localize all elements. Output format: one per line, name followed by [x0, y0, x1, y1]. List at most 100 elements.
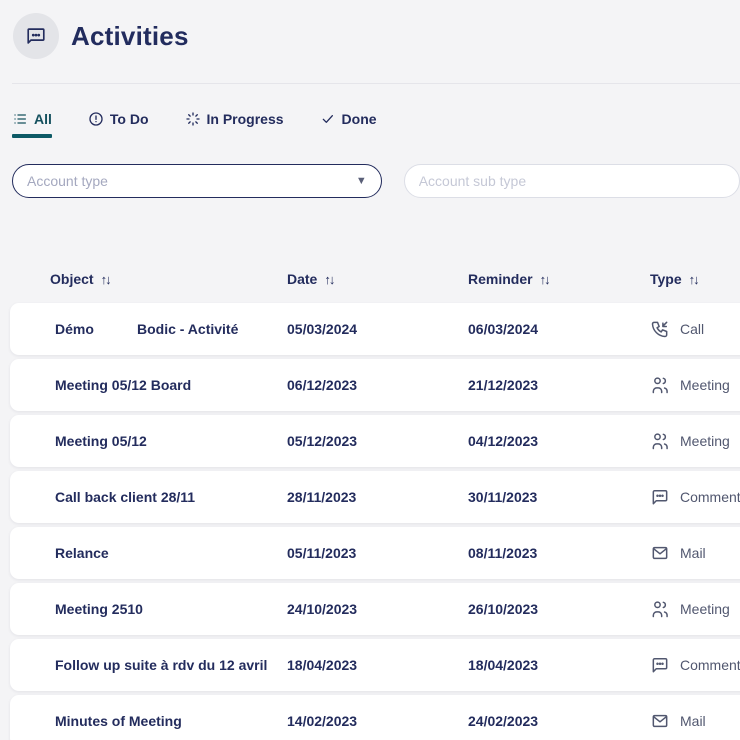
- account-type-select[interactable]: Account type ▼: [12, 164, 382, 198]
- tab-done[interactable]: Done: [320, 111, 377, 138]
- page-header: Activities: [0, 0, 740, 59]
- object-cell: Call back client 28/11: [55, 489, 287, 505]
- list-icon: [12, 111, 28, 127]
- object-cell: Relance: [55, 545, 287, 561]
- type-cell: Meeting: [650, 375, 740, 395]
- activity-type-label: Mail: [680, 545, 706, 561]
- sort-icon[interactable]: ↑↓: [689, 272, 698, 287]
- object-cell: Meeting 05/12: [55, 433, 287, 449]
- sort-icon[interactable]: ↑↓: [540, 272, 549, 287]
- object-cell: Meeting 2510: [55, 601, 287, 617]
- activity-object: Call back client 28/11: [55, 489, 201, 505]
- activity-object: Meeting 05/12: [55, 433, 153, 449]
- comment-icon: [650, 487, 670, 507]
- activity-type-label: Comment: [680, 489, 740, 505]
- activity-account: Bodic - Activité: [137, 321, 238, 337]
- table-header: Object ↑↓ Date ↑↓ Reminder ↑↓ Type ↑↓: [0, 264, 740, 294]
- mail-icon: [650, 711, 670, 731]
- object-cell: Meeting 05/12 Board: [55, 377, 287, 393]
- activity-type-label: Meeting: [680, 601, 730, 617]
- activity-object: Relance: [55, 545, 115, 561]
- tab-all[interactable]: All: [12, 111, 52, 138]
- page-title: Activities: [71, 21, 189, 52]
- activity-date: 05/12/2023: [287, 433, 468, 449]
- column-label: Reminder: [468, 271, 533, 287]
- activity-date: 06/12/2023: [287, 377, 468, 393]
- loader-icon: [185, 111, 201, 127]
- table-row[interactable]: Meeting 05/12 Board 06/12/2023 21/12/202…: [10, 359, 740, 411]
- activity-reminder: 24/02/2023: [468, 713, 650, 729]
- column-label: Date: [287, 271, 317, 287]
- column-header-reminder[interactable]: Reminder ↑↓: [468, 271, 650, 287]
- table-row[interactable]: Follow up suite à rdv du 12 avril 18/04/…: [10, 639, 740, 691]
- comment-icon: [650, 655, 670, 675]
- mail-icon: [650, 543, 670, 563]
- activity-date: 14/02/2023: [287, 713, 468, 729]
- activity-reminder: 21/12/2023: [468, 377, 650, 393]
- table-row[interactable]: Démo Bodic - Activité 05/03/2024 06/03/2…: [10, 303, 740, 355]
- call-icon: [650, 319, 670, 339]
- activity-object: Minutes of Meeting: [55, 713, 188, 729]
- object-cell: Démo Bodic - Activité: [55, 321, 287, 337]
- activity-type-label: Call: [680, 321, 704, 337]
- object-cell: Follow up suite à rdv du 12 avril: [55, 657, 287, 673]
- tab-in-progress[interactable]: In Progress: [185, 111, 284, 138]
- activity-date: 24/10/2023: [287, 601, 468, 617]
- tab-to-do[interactable]: To Do: [88, 111, 149, 138]
- activity-reminder: 26/10/2023: [468, 601, 650, 617]
- type-cell: Call: [650, 319, 740, 339]
- activity-date: 28/11/2023: [287, 489, 468, 505]
- alert-circle-icon: [88, 111, 104, 127]
- type-cell: Comment: [650, 487, 740, 507]
- object-cell: Minutes of Meeting: [55, 713, 287, 729]
- activity-object: Follow up suite à rdv du 12 avril: [55, 657, 273, 673]
- activity-date: 18/04/2023: [287, 657, 468, 673]
- sort-icon[interactable]: ↑↓: [324, 272, 333, 287]
- account-type-placeholder: Account type: [27, 173, 356, 189]
- check-icon: [320, 111, 336, 127]
- activities-page: Activities All To Do In Progress Done Ac…: [0, 0, 740, 740]
- sort-icon[interactable]: ↑↓: [101, 272, 110, 287]
- meeting-icon: [650, 599, 670, 619]
- type-cell: Meeting: [650, 431, 740, 451]
- table-row[interactable]: Relance 05/11/2023 08/11/2023 Mail: [10, 527, 740, 579]
- header-divider: [12, 83, 740, 84]
- activity-type-label: Comment: [680, 657, 740, 673]
- activities-avatar: [13, 13, 59, 59]
- tab-label: In Progress: [207, 111, 284, 127]
- meeting-icon: [650, 375, 670, 395]
- activity-reminder: 04/12/2023: [468, 433, 650, 449]
- activity-type-label: Mail: [680, 713, 706, 729]
- chat-bubble-icon: [25, 25, 47, 47]
- table-row[interactable]: Call back client 28/11 28/11/2023 30/11/…: [10, 471, 740, 523]
- tab-label: To Do: [110, 111, 149, 127]
- meeting-icon: [650, 431, 670, 451]
- table-row[interactable]: Minutes of Meeting 14/02/2023 24/02/2023…: [10, 695, 740, 740]
- activity-date: 05/03/2024: [287, 321, 468, 337]
- column-header-type[interactable]: Type ↑↓: [650, 271, 740, 287]
- type-cell: Meeting: [650, 599, 740, 619]
- activity-type-label: Meeting: [680, 377, 730, 393]
- activity-reminder: 18/04/2023: [468, 657, 650, 673]
- activity-date: 05/11/2023: [287, 545, 468, 561]
- table-body: Démo Bodic - Activité 05/03/2024 06/03/2…: [0, 303, 740, 740]
- account-sub-type-input[interactable]: [404, 164, 740, 198]
- type-cell: Comment: [650, 655, 740, 675]
- tab-label: All: [34, 111, 52, 127]
- activity-reminder: 06/03/2024: [468, 321, 650, 337]
- activity-type-label: Meeting: [680, 433, 730, 449]
- column-label: Type: [650, 271, 682, 287]
- table-row[interactable]: Meeting 05/12 05/12/2023 04/12/2023 Meet…: [10, 415, 740, 467]
- activity-object: Démo: [55, 321, 137, 337]
- column-header-date[interactable]: Date ↑↓: [287, 271, 468, 287]
- activity-reminder: 30/11/2023: [468, 489, 650, 505]
- activity-reminder: 08/11/2023: [468, 545, 650, 561]
- column-header-object[interactable]: Object ↑↓: [50, 271, 287, 287]
- column-label: Object: [50, 271, 94, 287]
- tabs-bar: All To Do In Progress Done: [0, 111, 740, 138]
- table-row[interactable]: Meeting 2510 24/10/2023 26/10/2023 Meeti…: [10, 583, 740, 635]
- tab-label: Done: [342, 111, 377, 127]
- chevron-down-icon: ▼: [356, 175, 367, 187]
- activity-object: Meeting 05/12 Board: [55, 377, 197, 393]
- type-cell: Mail: [650, 543, 740, 563]
